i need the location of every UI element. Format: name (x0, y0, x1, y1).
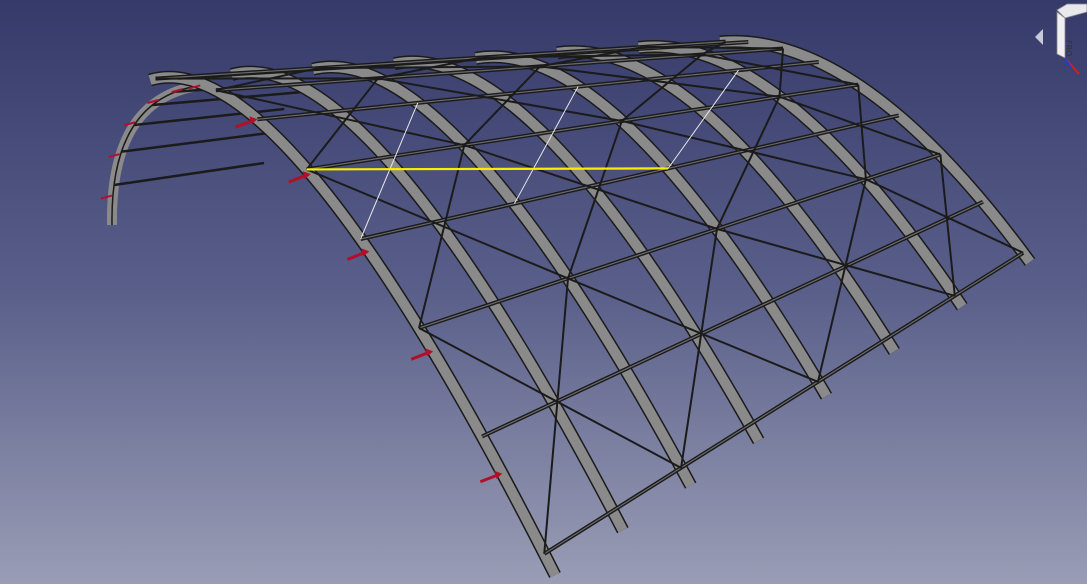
selected-member[interactable] (306, 167, 669, 171)
back-gable-bar (113, 161, 265, 187)
truss-model[interactable] (0, 0, 1087, 584)
cross-brace (778, 48, 785, 97)
navigation-cube[interactable]: FRO (1027, 0, 1087, 80)
cross-brace (418, 144, 466, 329)
arches-group (148, 34, 1036, 578)
arch-outline (229, 65, 629, 534)
selected-member-group[interactable] (306, 167, 669, 171)
arch-member (148, 72, 560, 578)
arch-outline (148, 70, 561, 578)
cross-brace (567, 120, 623, 279)
triangle-left-icon[interactable] (1035, 29, 1043, 45)
back-gable-bar (121, 131, 272, 153)
3d-viewport[interactable]: FRO (0, 0, 1087, 584)
cross-brace (816, 179, 867, 383)
cross-brace (716, 96, 781, 230)
arch-member (230, 67, 628, 533)
load-arrows-group (100, 84, 503, 484)
navcube-front-face[interactable] (1056, 11, 1066, 59)
arch-outline (719, 34, 1036, 266)
navcube-front-label: FRO (1064, 40, 1073, 56)
back-gable-arch (106, 80, 206, 226)
arch-member (719, 36, 1035, 265)
